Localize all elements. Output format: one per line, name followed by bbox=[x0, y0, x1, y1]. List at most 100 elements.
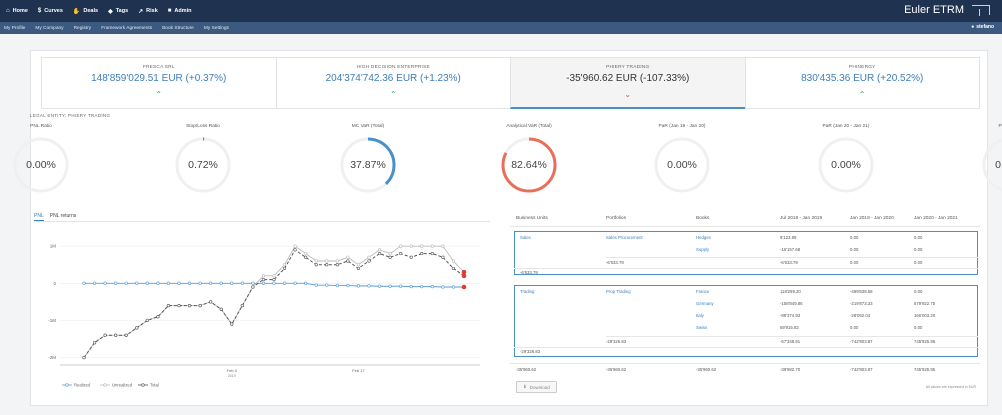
legal-entity-label: LEGAL ENTITY: PHIERY TRADING bbox=[30, 113, 111, 118]
gauges-row: PNL Ratio 0.00% Stop/Loss Ratio 0.72% MC VaR… bbox=[13, 124, 1002, 204]
series-point-realized bbox=[177, 281, 181, 285]
user-icon: ● bbox=[971, 24, 975, 30]
series-point-unrealized bbox=[409, 244, 413, 248]
unit-link-trading[interactable]: Trading bbox=[520, 289, 534, 294]
series-point-realized bbox=[356, 284, 361, 288]
series-point-realized bbox=[399, 284, 403, 288]
tile-name: PHINERGY bbox=[848, 65, 876, 70]
book-link[interactable]: Supply bbox=[696, 247, 709, 252]
series-point-unrealized bbox=[314, 259, 318, 263]
table-header: Books bbox=[696, 216, 710, 221]
nav-item-label: Curves bbox=[44, 8, 63, 14]
y-tick-label: 1M bbox=[50, 244, 57, 249]
brand-logo-icon bbox=[972, 5, 990, 16]
series-point-realized bbox=[156, 281, 160, 285]
book-link[interactable]: Italy bbox=[696, 313, 704, 318]
table-header: Jan 2020 - Jan 2021 bbox=[914, 216, 958, 221]
series-point-total bbox=[219, 307, 223, 311]
portfolio-link-trading[interactable]: Prop Trading bbox=[606, 289, 631, 294]
series-point-realized bbox=[409, 285, 413, 289]
tile-value: 148'859'029.51 EUR (+0.37%) bbox=[91, 73, 227, 84]
series-point-unrealized bbox=[399, 244, 403, 248]
tile-value: 204'374'742.36 EUR (+1.23%) bbox=[325, 73, 461, 84]
series-point-total bbox=[156, 315, 160, 319]
series-point-unrealized bbox=[356, 263, 361, 267]
chart-icon: ↗ bbox=[138, 8, 144, 15]
table-cell: -16'157.68 bbox=[780, 247, 801, 252]
nav-item-label: Deals bbox=[83, 8, 99, 14]
tile-value: -35'960.62 EUR (-107.33%) bbox=[566, 73, 690, 84]
book-link[interactable]: Hedges bbox=[696, 235, 711, 240]
book-link[interactable]: France bbox=[696, 289, 709, 294]
tile-value: 830'435.36 EUR (+20.52%) bbox=[801, 73, 924, 84]
subnav-item[interactable]: Registry bbox=[74, 26, 92, 31]
subnav-item[interactable]: My Company bbox=[35, 26, 63, 31]
series-point-total bbox=[166, 303, 171, 308]
legend-marker bbox=[65, 383, 69, 387]
tab-pnl[interactable]: PNL bbox=[34, 213, 44, 221]
nav-item-admin[interactable]: ■ Admin bbox=[168, 8, 192, 14]
series-point-total bbox=[356, 266, 361, 271]
series-point-total bbox=[282, 266, 287, 271]
entity-tile[interactable]: PHINERGY 830'435.36 EUR (+20.52%) ⌃ bbox=[744, 57, 980, 109]
subnav-item[interactable]: Framework Agreements bbox=[101, 26, 152, 31]
nav-item-risk[interactable]: ↗ Risk bbox=[138, 8, 158, 15]
nav-item-tags[interactable]: ◆ Tags bbox=[108, 8, 128, 15]
series-point-total bbox=[114, 333, 118, 337]
nav-item-home[interactable]: ⌂ Home bbox=[6, 8, 28, 14]
series-point-realized bbox=[461, 284, 467, 290]
row-divider bbox=[514, 268, 978, 269]
series-point-total bbox=[293, 248, 297, 252]
legend-label: Realized bbox=[74, 383, 91, 388]
table-cell: 0.00 bbox=[914, 325, 923, 330]
legend-marker bbox=[103, 383, 107, 387]
table-cell: 0.00 bbox=[914, 289, 923, 294]
book-link[interactable]: Swiss bbox=[696, 325, 707, 330]
user-menu[interactable]: ● stefano bbox=[971, 24, 994, 30]
row-divider bbox=[510, 226, 980, 227]
entity-tile[interactable]: FRESCA SRL 148'859'029.51 EUR (+0.37%) ⌃ bbox=[41, 57, 277, 109]
subnav-item[interactable]: My Settings bbox=[204, 26, 229, 31]
gauge-ring: 0.00% bbox=[816, 135, 876, 195]
nav-item-deals[interactable]: ✋ Deals bbox=[73, 8, 98, 15]
brand: Euler ETRM bbox=[904, 4, 990, 16]
series-point-realized bbox=[240, 281, 244, 285]
nav-item-label: Risk bbox=[146, 8, 158, 14]
tab-pnl-returns[interactable]: PNL returns bbox=[50, 213, 77, 221]
series-point-total bbox=[251, 285, 255, 289]
table-header: Jul 2018 - Jan 2019 bbox=[780, 216, 823, 221]
grand-total: -35'960.62 bbox=[516, 367, 537, 372]
series-point-realized bbox=[251, 281, 255, 285]
series-point-total bbox=[409, 255, 413, 259]
book-link[interactable]: Germany bbox=[696, 301, 714, 306]
series-point-total bbox=[304, 255, 308, 259]
series-point-total bbox=[135, 326, 139, 330]
unit-link-sales[interactable]: Sales bbox=[520, 235, 531, 240]
nav-item-label: Tags bbox=[115, 8, 129, 14]
pnl-chart: 1M 0 -1M -2M Feb 3 Feb 17 2019 Realized Unrealiz… bbox=[48, 244, 480, 388]
portfolio-total: -6'633.79 bbox=[606, 260, 624, 265]
series-point-realized bbox=[198, 281, 202, 285]
series-point-realized bbox=[82, 281, 86, 285]
series-point-realized bbox=[325, 283, 329, 287]
subnav-item[interactable]: My Profile bbox=[4, 26, 25, 31]
sub-nav-bar: My Profile My Company Registry Framework Ag… bbox=[0, 22, 1002, 34]
entity-tile[interactable]: HIGH DECISION ENTERPRISE 204'374'742.36 E… bbox=[275, 57, 511, 109]
table-cell: 166'003.20 bbox=[914, 313, 936, 318]
grand-total: -742'803.87 bbox=[850, 367, 873, 372]
table-header: Portfolios bbox=[606, 216, 626, 221]
download-button[interactable]: ⬇ Download bbox=[516, 381, 557, 393]
series-point-realized bbox=[367, 284, 371, 288]
gauge-label: PNL Ratio bbox=[30, 124, 52, 129]
subnav-item[interactable]: Book Structure bbox=[162, 26, 194, 31]
table-cell: 0.00 bbox=[850, 247, 859, 252]
entity-tile[interactable]: PHIERY TRADING -35'960.62 EUR (-107.33%) ⌄ bbox=[510, 57, 746, 109]
portfolio-link-sales[interactable]: Sales Procurement bbox=[606, 235, 643, 240]
gauge-label: PaR (Jan 19 - Jan 20) bbox=[658, 124, 706, 129]
nav-item-label: Home bbox=[12, 8, 28, 14]
legend-label: Unrealized bbox=[112, 383, 133, 388]
series-point-unrealized bbox=[441, 244, 445, 248]
series-point-realized bbox=[304, 281, 308, 285]
nav-item-curves[interactable]: $ Curves bbox=[38, 8, 63, 14]
gauge: Analytical VaR (Total) 82.64% bbox=[489, 124, 569, 195]
